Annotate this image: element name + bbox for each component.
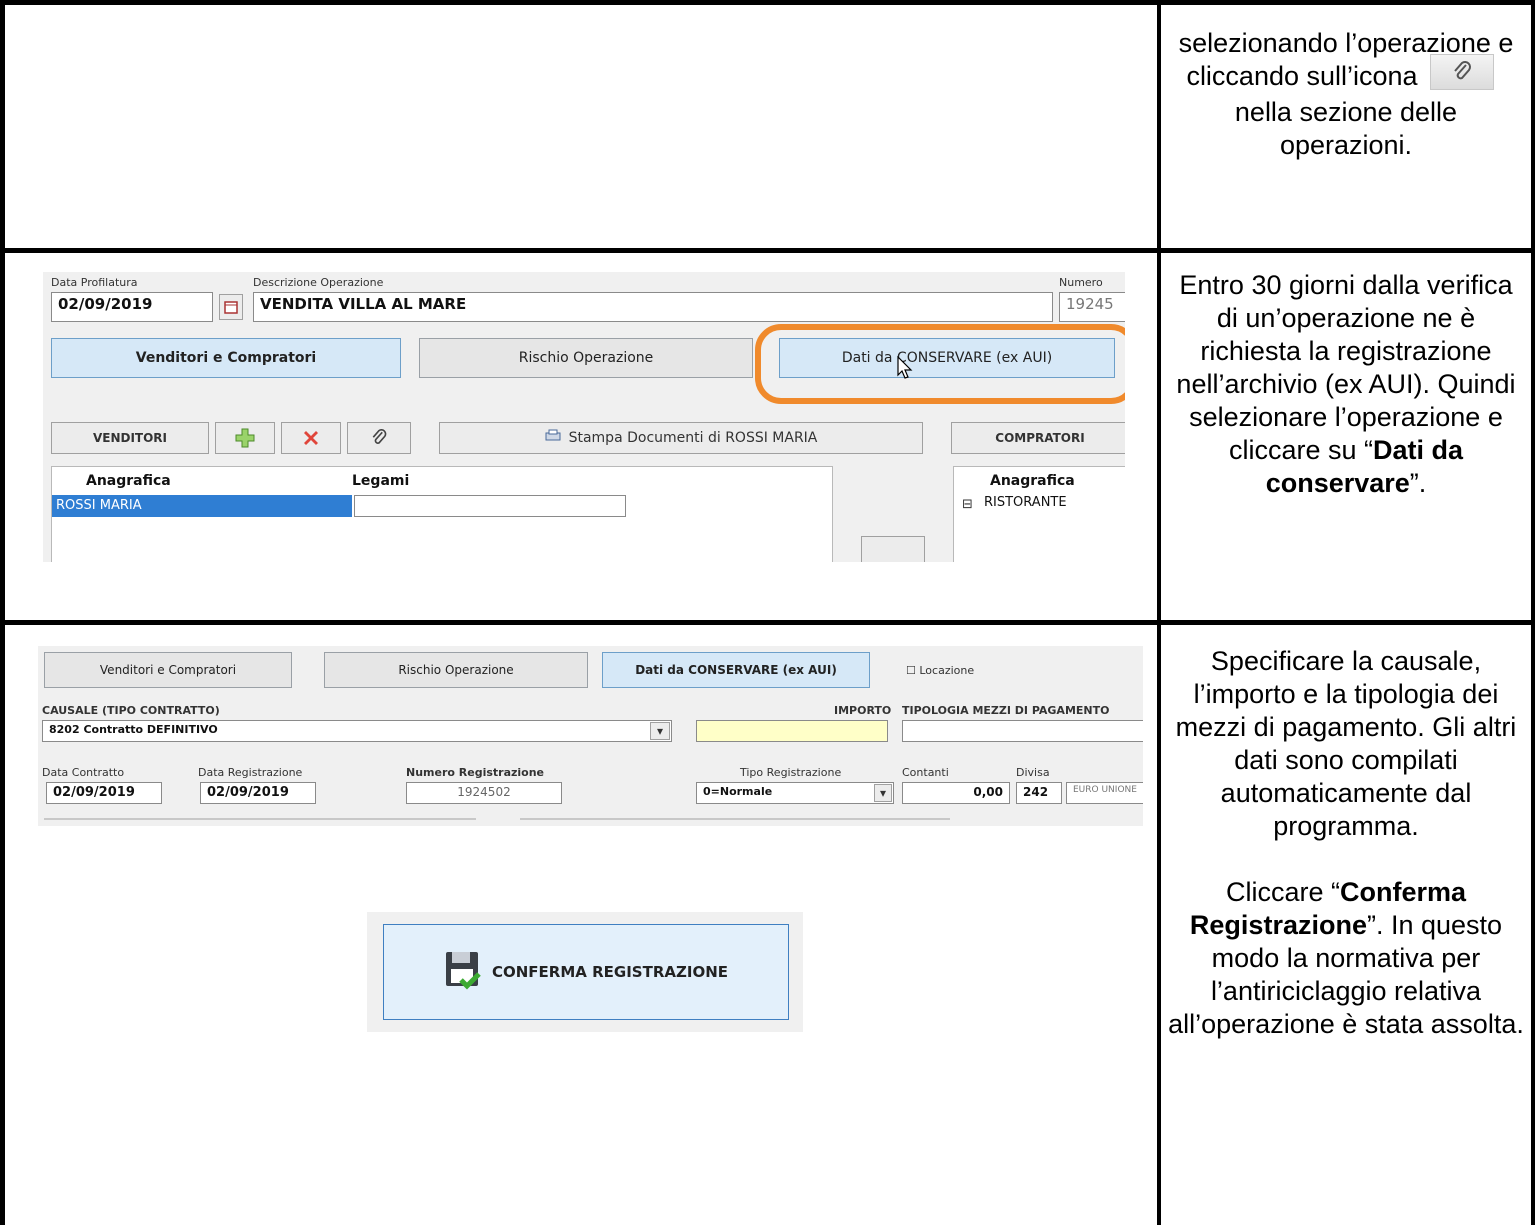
numero-registrazione-label: Numero Registrazione bbox=[406, 766, 545, 779]
instruction-table: selezionando l’operazione e cliccando su… bbox=[0, 0, 1535, 1225]
tipologia-field[interactable] bbox=[902, 720, 1143, 742]
chevron-down-icon[interactable]: ▾ bbox=[874, 784, 892, 802]
tipologia-label: TIPOLOGIA MEZZI DI PAGAMENTO bbox=[902, 704, 1110, 717]
numero-registrazione-field: 1924502 bbox=[406, 782, 562, 804]
table-row-3: Venditori e Compratori Rischio Operazion… bbox=[0, 625, 1535, 1225]
importo-label: IMPORTO bbox=[834, 704, 892, 717]
compratori-col-anagrafica: Anagrafica bbox=[990, 473, 1075, 489]
mouse-cursor-icon bbox=[897, 355, 913, 384]
data-contratto-label: Data Contratto bbox=[42, 766, 125, 779]
row1-left-cell bbox=[5, 5, 1157, 248]
legami-cell[interactable] bbox=[354, 495, 626, 517]
add-icon[interactable] bbox=[215, 422, 275, 454]
locazione-label: Locazione bbox=[919, 664, 975, 677]
stampa-documenti-button[interactable]: Stampa Documenti di ROSSI MARIA bbox=[439, 422, 923, 454]
divider bbox=[520, 818, 950, 820]
locazione-checkbox[interactable]: ☐ Locazione bbox=[906, 664, 974, 677]
divisa-desc: EURO UNIONE bbox=[1066, 782, 1143, 804]
printer-icon bbox=[545, 429, 561, 447]
paperclip-icon bbox=[1429, 54, 1494, 90]
grid-side-button[interactable] bbox=[861, 536, 925, 562]
tab-rischio-operazione[interactable]: Rischio Operazione bbox=[419, 338, 753, 378]
numero-label: Numero bbox=[1059, 276, 1103, 289]
venditori-col-anagrafica: Anagrafica bbox=[86, 473, 171, 489]
row3-text-b1: Cliccare “ bbox=[1225, 877, 1340, 907]
row2-text-end: ”. bbox=[1409, 468, 1427, 498]
conferma-panel: CONFERMA REGISTRAZIONE bbox=[367, 912, 803, 1032]
row2-instruction: Entro 30 giorni dalla verifica di un’ope… bbox=[1161, 253, 1531, 620]
table-row-2: Data Profilatura 02/09/2019 Descrizione … bbox=[0, 253, 1535, 625]
numero-field: 19245 bbox=[1059, 292, 1125, 322]
causale-label: CAUSALE (TIPO CONTRATTO) bbox=[42, 704, 220, 717]
dati-conservare-screenshot: Venditori e Compratori Rischio Operazion… bbox=[38, 646, 1143, 826]
tipo-registrazione-select[interactable]: 0=Normale bbox=[696, 782, 894, 804]
calendar-icon[interactable] bbox=[219, 294, 243, 320]
expand-icon[interactable]: ⊟ bbox=[962, 497, 973, 512]
data-registrazione-field[interactable]: 02/09/2019 bbox=[200, 782, 316, 804]
contanti-label: Contanti bbox=[902, 766, 949, 779]
row3-left-cell: Venditori e Compratori Rischio Operazion… bbox=[5, 625, 1157, 1225]
divisa-field[interactable]: 242 bbox=[1016, 782, 1062, 804]
importo-field[interactable] bbox=[696, 720, 888, 742]
compratori-grid: Anagrafica ⊟ RISTORANTE bbox=[953, 466, 1125, 562]
delete-icon[interactable] bbox=[281, 422, 341, 454]
venditori-grid: Anagrafica Legami ROSSI MARIA bbox=[51, 466, 833, 562]
tab-dati-da-conservare[interactable]: Dati da CONSERVARE (ex AUI) bbox=[602, 652, 870, 688]
save-icon bbox=[444, 950, 482, 994]
conferma-registrazione-label: CONFERMA REGISTRAZIONE bbox=[491, 963, 728, 981]
data-profilatura-field[interactable]: 02/09/2019 bbox=[51, 292, 213, 322]
descrizione-field[interactable]: VENDITA VILLA AL MARE bbox=[253, 292, 1053, 322]
row1-text-after: nella sezione delle operazioni. bbox=[1234, 97, 1458, 160]
data-profilatura-label: Data Profilatura bbox=[51, 276, 138, 289]
causale-select[interactable]: 8202 Contratto DEFINITIVO bbox=[42, 720, 672, 742]
descrizione-label: Descrizione Operazione bbox=[253, 276, 384, 289]
venditori-button[interactable]: VENDITORI bbox=[51, 422, 209, 454]
highlight-ring bbox=[755, 324, 1125, 404]
row3-instruction: Specificare la causale, l’importo e la t… bbox=[1161, 625, 1531, 1225]
chevron-down-icon[interactable]: ▾ bbox=[650, 722, 670, 740]
data-contratto-field[interactable]: 02/09/2019 bbox=[46, 782, 162, 804]
table-row-1: selezionando l’operazione e cliccando su… bbox=[0, 0, 1535, 253]
profilatura-screenshot: Data Profilatura 02/09/2019 Descrizione … bbox=[43, 272, 1125, 562]
stampa-documenti-label: Stampa Documenti di ROSSI MARIA bbox=[568, 430, 818, 446]
conferma-registrazione-button[interactable]: CONFERMA REGISTRAZIONE bbox=[383, 924, 789, 1020]
table-row[interactable]: ROSSI MARIA bbox=[52, 495, 352, 517]
tab-venditori-compratori[interactable]: Venditori e Compratori bbox=[51, 338, 401, 378]
contanti-field[interactable]: 0,00 bbox=[902, 782, 1010, 804]
venditori-col-legami: Legami bbox=[352, 473, 410, 489]
row1-instruction: selezionando l’operazione e cliccando su… bbox=[1161, 5, 1531, 248]
list-item[interactable]: RISTORANTE bbox=[984, 495, 1067, 510]
row2-text: Entro 30 giorni dalla verifica di un’ope… bbox=[1176, 270, 1516, 465]
divisa-label: Divisa bbox=[1016, 766, 1050, 779]
compratori-button[interactable]: COMPRATORI bbox=[951, 422, 1125, 454]
tab-rischio-operazione[interactable]: Rischio Operazione bbox=[324, 652, 588, 688]
row2-left-cell: Data Profilatura 02/09/2019 Descrizione … bbox=[5, 253, 1157, 620]
row3-text-a: Specificare la causale, l’importo e la t… bbox=[1175, 646, 1517, 841]
data-registrazione-label: Data Registrazione bbox=[198, 766, 303, 779]
divider bbox=[44, 818, 476, 820]
paperclip-icon[interactable] bbox=[347, 422, 411, 454]
tab-venditori-compratori[interactable]: Venditori e Compratori bbox=[44, 652, 292, 688]
tipo-registrazione-label: Tipo Registrazione bbox=[740, 766, 842, 779]
